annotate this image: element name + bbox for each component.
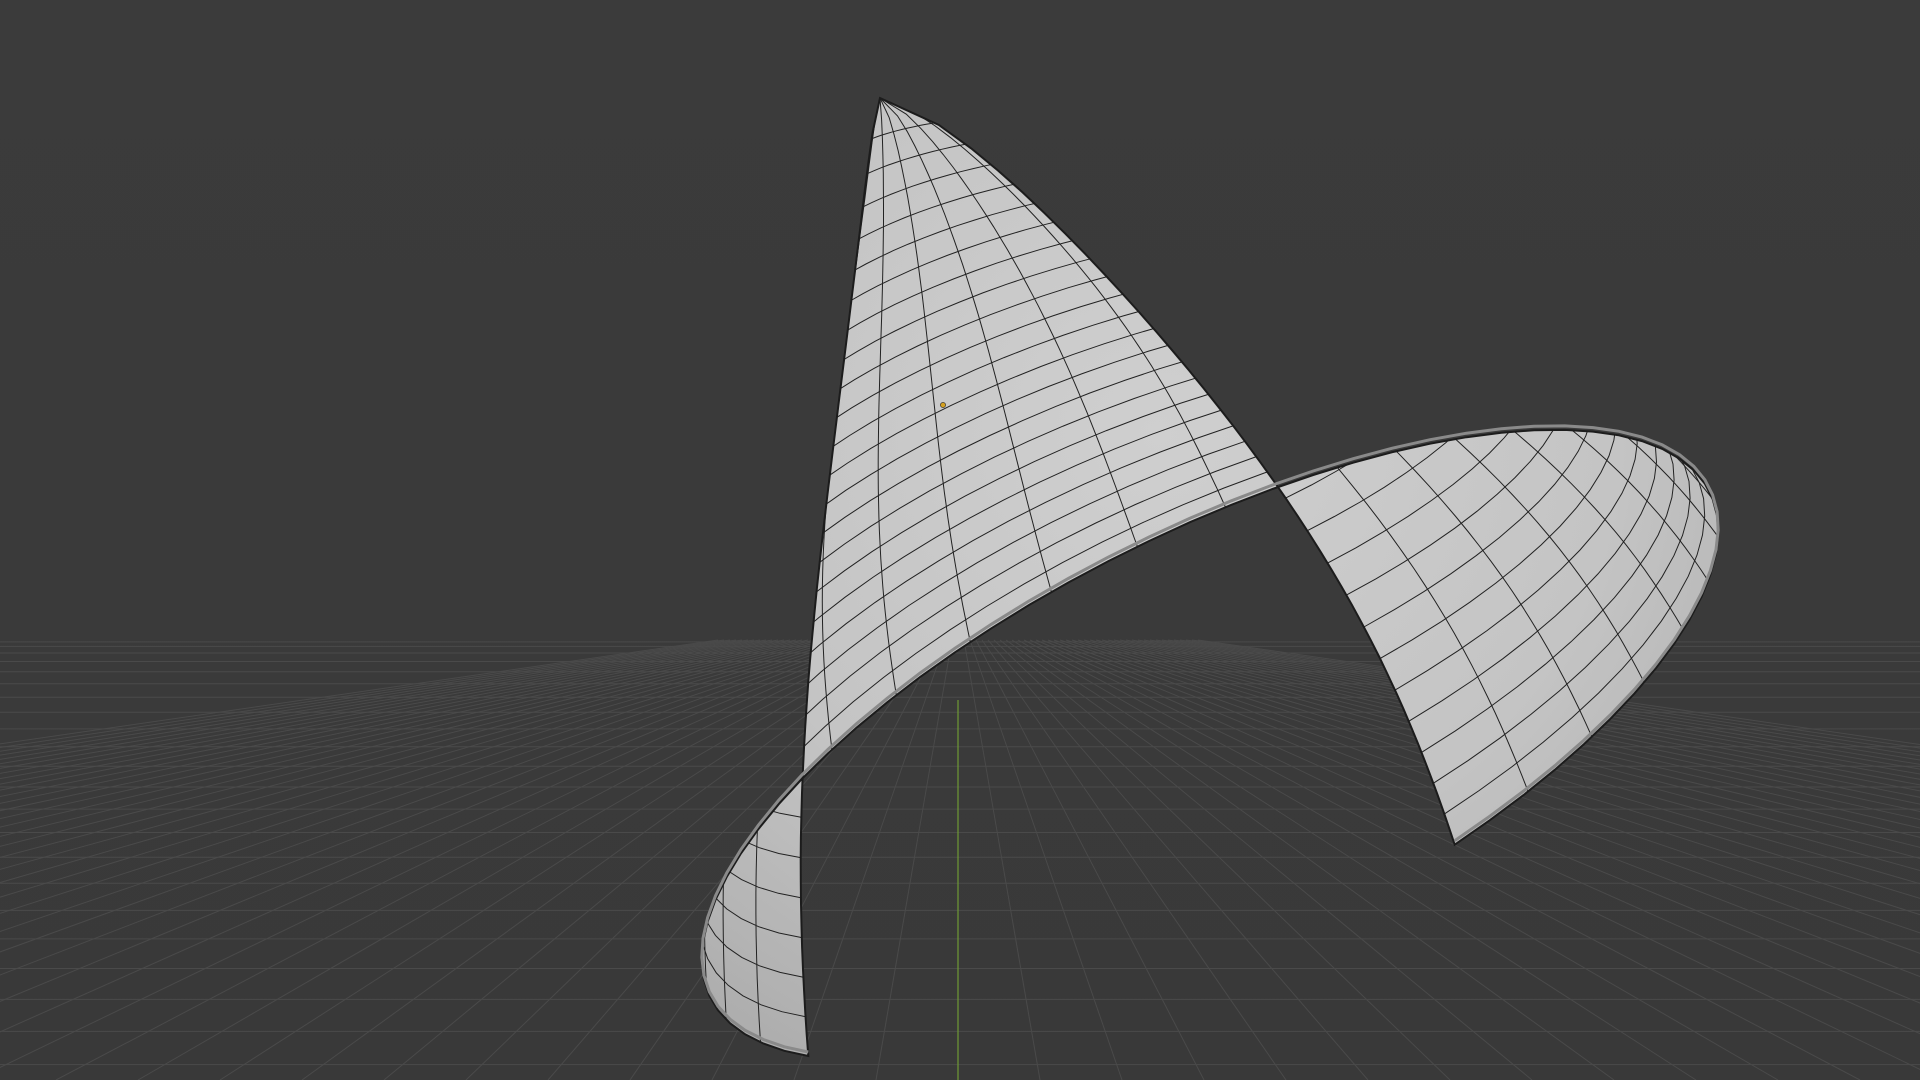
viewport-canvas[interactable] (0, 0, 1920, 1080)
3d-viewport[interactable] (0, 0, 1920, 1080)
object-origin-point[interactable] (940, 402, 946, 408)
